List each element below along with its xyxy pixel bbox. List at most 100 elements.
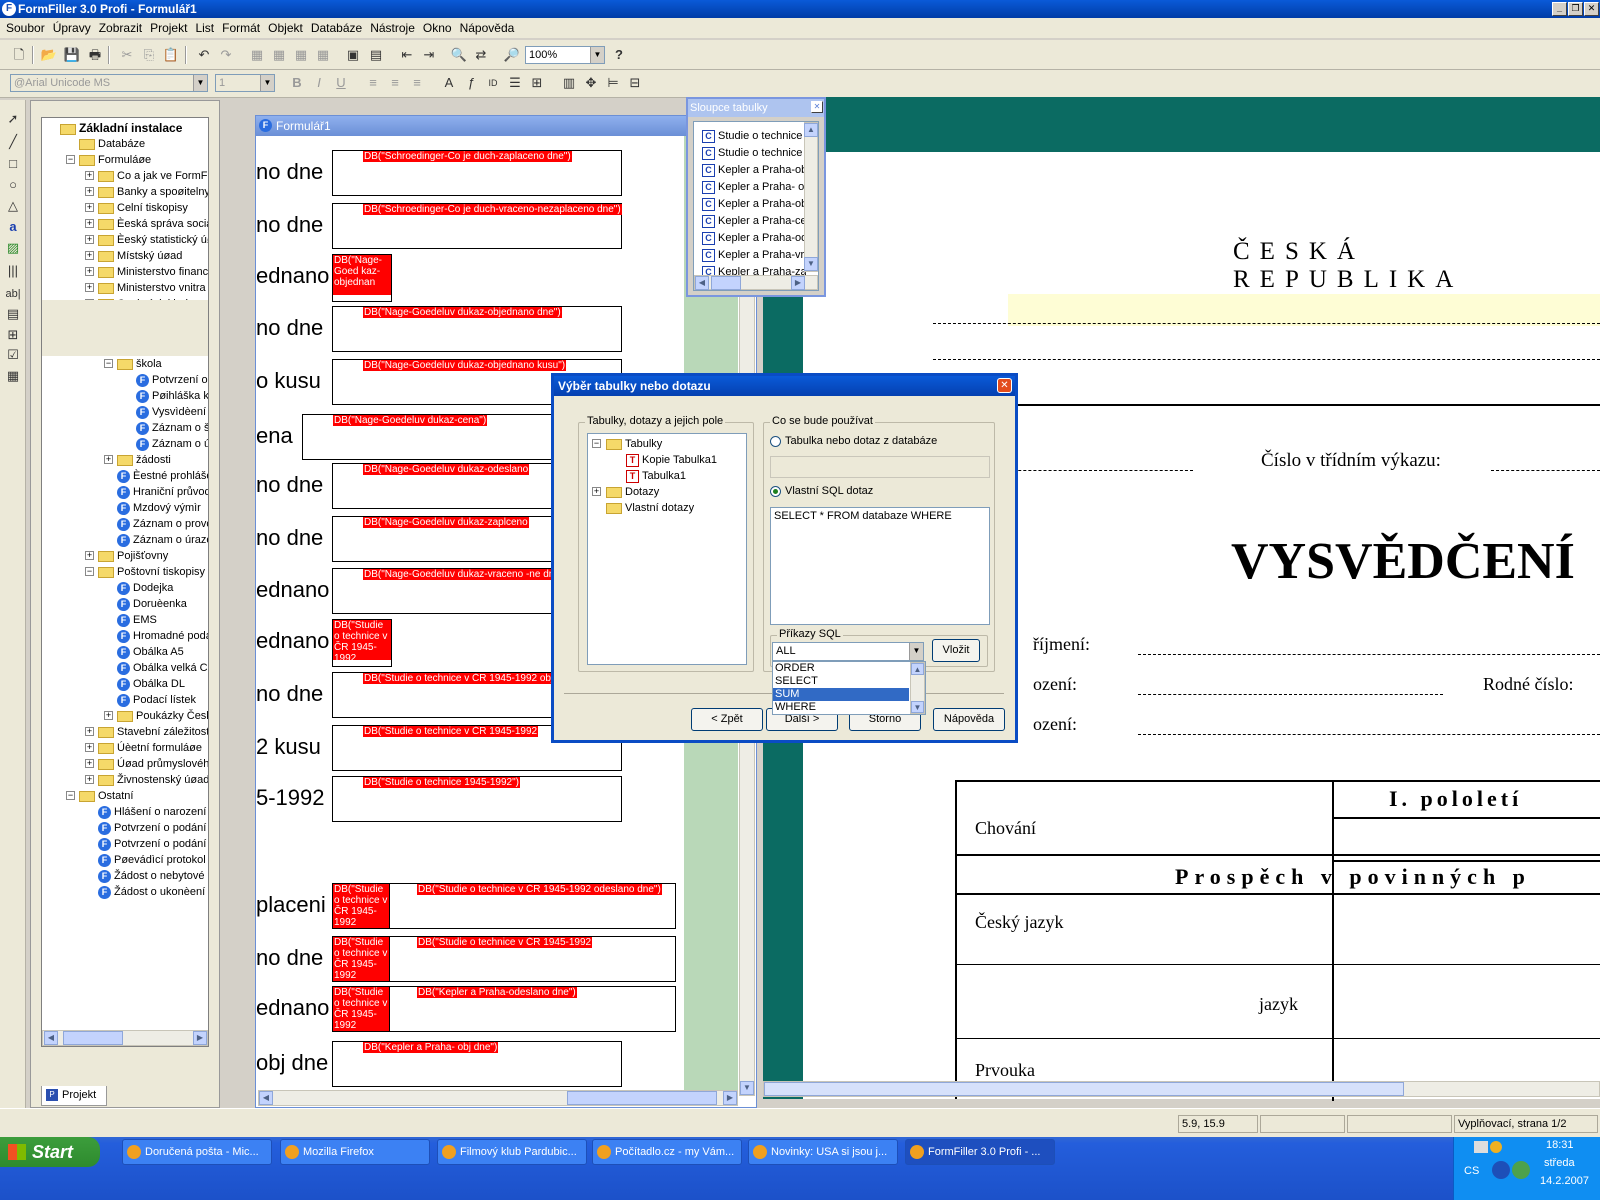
tree-item[interactable]: F Záznam o úraze <box>117 532 208 548</box>
table-icon[interactable]: ⊞ <box>3 326 23 344</box>
tree-item[interactable]: F Obálka A5 <box>117 644 184 660</box>
align-left-icon[interactable]: ≡ <box>364 74 382 92</box>
tree-item[interactable]: FHromadné podání <box>117 628 208 644</box>
column-item[interactable]: CKepler a Praha-cena <box>702 213 806 230</box>
form-field-box[interactable]: DB("Schroedinger-Co je duch-zaplaceno dn… <box>332 150 622 196</box>
tray-app-icon[interactable] <box>1512 1161 1530 1179</box>
scroll-down-icon[interactable]: ▼ <box>911 701 924 713</box>
dialog-close-button[interactable]: ✕ <box>997 378 1012 393</box>
help-icon[interactable]: ? <box>610 46 628 64</box>
sql-textarea[interactable]: SELECT * FROM databaze WHERE <box>770 507 990 625</box>
form-field-box[interactable]: DB("Studie o technice v ČR 1945-1992 <box>332 883 390 929</box>
line-icon[interactable]: ╱ <box>3 133 23 151</box>
expand-icon[interactable]: + <box>104 455 113 464</box>
arrange-icon[interactable]: ⊨ <box>604 74 622 92</box>
menu-napoveda[interactable]: Nápověda <box>458 21 521 35</box>
expand-icon[interactable]: + <box>85 775 94 784</box>
cut-icon[interactable]: ✂ <box>118 46 136 64</box>
expand-icon[interactable]: + <box>592 487 601 496</box>
tree-item[interactable]: − škola <box>104 356 162 372</box>
font-select[interactable]: @Arial Unicode MS ▼ <box>10 74 208 92</box>
ellipse-icon[interactable]: ○ <box>3 176 23 194</box>
scroll-thumb[interactable] <box>764 1082 1404 1096</box>
column-item[interactable]: CKepler a Praha-objed <box>702 162 806 179</box>
table-query-input[interactable] <box>770 456 990 478</box>
tree-item[interactable]: FPøevádìcí protokol - majetek <box>98 852 208 868</box>
sql-command-dropdown-list[interactable]: ORDER SELECT SUM WHERE ▲ ▼ <box>772 661 926 715</box>
expand-icon[interactable]: + <box>85 727 94 736</box>
expand-icon[interactable]: + <box>85 235 94 244</box>
tree-item[interactable]: + Èeský statistický úøad <box>85 232 208 248</box>
tree-item[interactable]: + Èeská správa sociálních <box>85 216 208 232</box>
tree-item[interactable]: Základní instalace <box>60 120 182 136</box>
radio-custom-sql[interactable]: Vlastní SQL dotaz <box>770 485 873 497</box>
sql-option[interactable]: ORDER <box>773 662 909 675</box>
paste-icon[interactable]: 📋 <box>162 46 180 64</box>
tree-item[interactable]: + Poukázky České pošty <box>104 708 208 724</box>
tree-item[interactable]: Databáze <box>79 136 145 152</box>
tree-item[interactable]: + Stavební záležitosti <box>85 724 208 740</box>
tree-item[interactable]: FPotvrzení o stu <box>136 372 208 388</box>
form-field-box[interactable]: DB("Kepler a Praha- obj dne") <box>332 1041 622 1087</box>
expand-icon[interactable]: + <box>85 203 94 212</box>
expand-icon[interactable]: + <box>85 267 94 276</box>
sql-option[interactable]: SUM <box>773 688 909 701</box>
form-field-box[interactable]: DB("Nage-Goedeluv dukaz-objednano dne") <box>332 306 622 352</box>
help-button[interactable]: Nápověda <box>933 708 1005 731</box>
tree-item[interactable]: F Podací lístek <box>117 692 196 708</box>
menu-projekt[interactable]: Projekt <box>148 21 193 35</box>
expand-icon[interactable]: + <box>85 251 94 260</box>
menu-nastroje[interactable]: Nástroje <box>368 21 421 35</box>
close-button[interactable]: ✕ <box>1584 2 1599 16</box>
column-item[interactable]: CKepler a Praha-obj k <box>702 196 806 213</box>
scroll-left-icon[interactable]: ◀ <box>44 1031 58 1045</box>
align3-icon[interactable]: ▦ <box>292 46 310 64</box>
tree-item[interactable]: + Pojišťovny <box>85 548 168 564</box>
columns-list[interactable]: C Studie o technice v C Studie o technice v… <box>693 121 819 291</box>
underline-button[interactable]: U <box>332 74 350 92</box>
radio-selected-icon[interactable] <box>770 485 781 497</box>
taskbar-button[interactable]: Novinky: USA si jsou j... <box>748 1139 898 1165</box>
taskbar-button[interactable]: Filmový klub Pardubic... <box>437 1139 587 1165</box>
picture-icon[interactable]: ▣ <box>344 46 362 64</box>
taskbar-button[interactable]: Doručená pošta - Mic... <box>122 1139 272 1165</box>
tree-item[interactable]: FHraniční průvodka <box>117 484 208 500</box>
tray-back-icon[interactable] <box>1492 1161 1510 1179</box>
replace-icon[interactable]: ⇄ <box>472 46 490 64</box>
tree-item[interactable]: − Poštovní tiskopisy <box>85 564 205 580</box>
tree-item[interactable]: + Banky a spoøitelny <box>85 184 208 200</box>
id-icon[interactable]: ID <box>484 74 502 92</box>
document-horizontal-scrollbar[interactable] <box>763 1081 1600 1097</box>
expand-icon[interactable]: + <box>85 171 94 180</box>
radio-icon[interactable] <box>770 435 781 447</box>
tree-item[interactable]: F Hlášení o narození <box>98 804 206 820</box>
text-icon[interactable]: a <box>3 218 23 236</box>
back-button[interactable]: < Zpět <box>691 708 763 731</box>
form-field-box[interactable]: DB("Nage-Goed kaz-objednan <box>332 254 392 302</box>
grid-icon[interactable]: ▦ <box>3 367 23 385</box>
form-field-box[interactable]: DB("Studie o technice v ČR 1945-1992 <box>332 619 392 667</box>
chevron-down-icon[interactable]: ▼ <box>260 75 274 91</box>
italic-button[interactable]: I <box>310 74 328 92</box>
pointer-icon[interactable]: ➚ <box>3 110 23 128</box>
tree-item[interactable]: F Mzdový výmìr <box>117 500 201 516</box>
sql-option[interactable]: SELECT <box>773 675 909 688</box>
font-size-select[interactable]: 1 ▼ <box>215 74 275 92</box>
undo-icon[interactable]: ↶ <box>195 46 213 64</box>
expand-icon[interactable]: + <box>85 283 94 292</box>
column-item[interactable]: CKepler a Praha- obj d <box>702 179 806 196</box>
tree-item[interactable]: FPotvrzení o podání pøiznání <box>98 836 208 852</box>
collapse-icon[interactable]: − <box>66 155 75 164</box>
frame-icon[interactable]: ⊞ <box>528 74 546 92</box>
taskbar-button[interactable]: Mozilla Firefox <box>280 1139 430 1165</box>
rectangle-icon[interactable]: □ <box>3 155 23 173</box>
prijmeni-field[interactable] <box>1138 654 1600 655</box>
zoom-select[interactable]: 100% ▼ <box>525 46 605 64</box>
project-tree[interactable]: Základní instalace Databáze − Formuláøe + Co … <box>41 117 209 1047</box>
tree-item[interactable]: FPotvrzení o podání pøiznání <box>98 820 208 836</box>
tree-item[interactable]: F Doruèenka <box>117 596 187 612</box>
collapse-icon[interactable]: − <box>104 359 113 368</box>
dialog-tree-item[interactable]: T Kopie Tabulka1 <box>626 452 717 468</box>
tree-item[interactable]: + Úèetní formuláøe <box>85 740 202 756</box>
field-icon[interactable]: ab| <box>3 285 23 303</box>
